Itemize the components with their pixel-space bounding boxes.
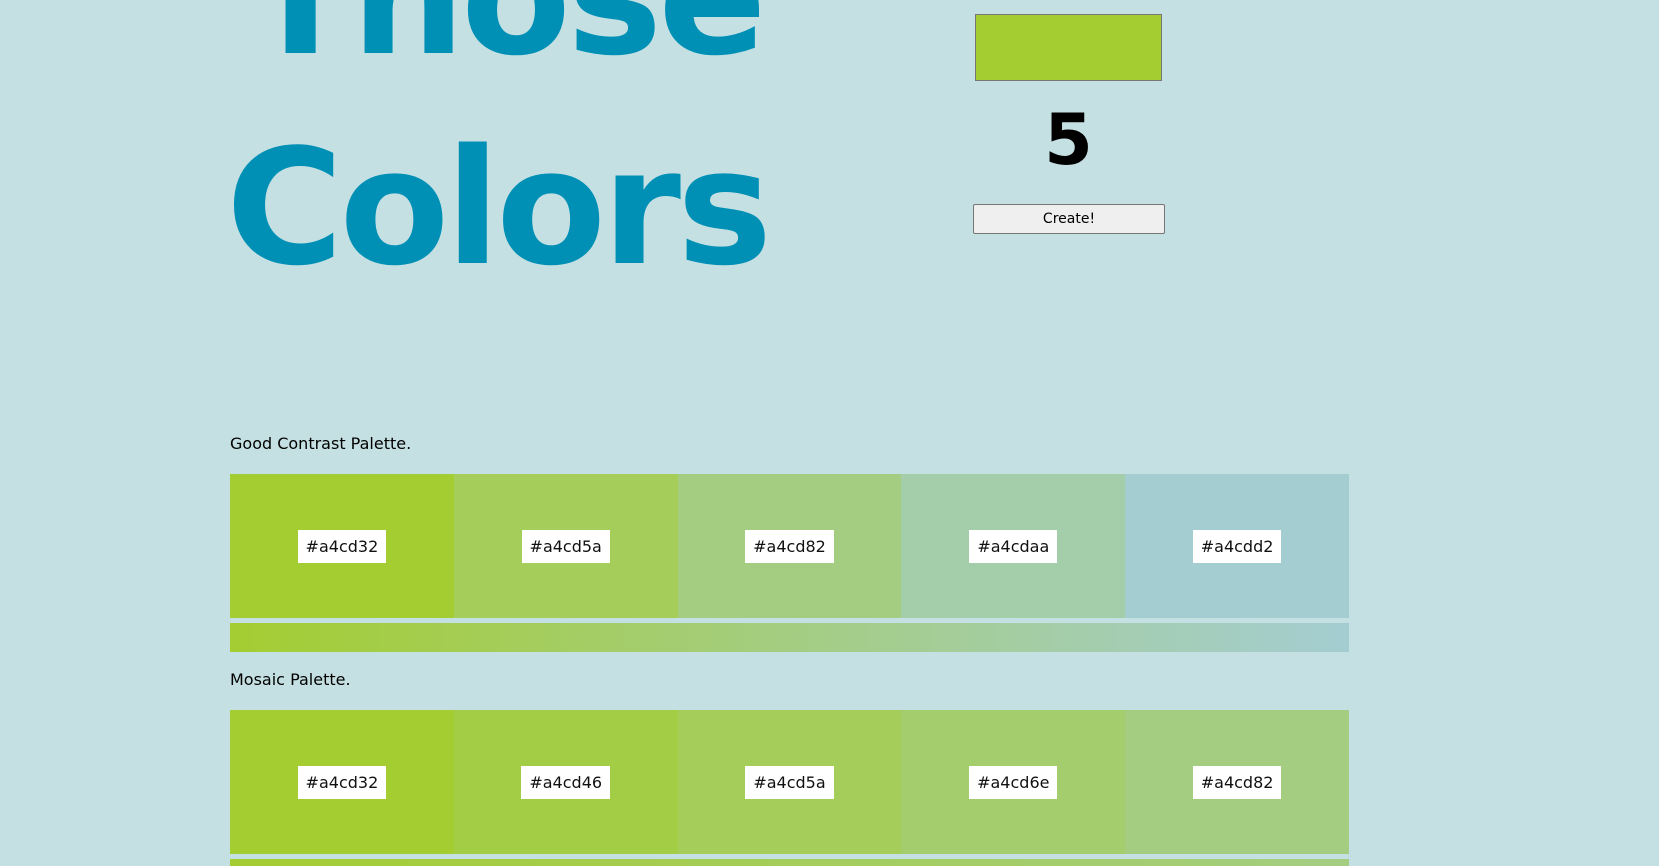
hex-label: #a4cd32: [297, 529, 387, 563]
page-title-line-2: Colors: [226, 114, 772, 301]
mosaic-palette: #a4cd32 #a4cd46 #a4cd5a #a4cd6e #a4cd82: [230, 710, 1349, 854]
palette-swatch[interactable]: #a4cd32: [230, 710, 454, 854]
page-title-line-1: Those: [246, 0, 767, 78]
palette-swatch[interactable]: #a4cd82: [1125, 710, 1349, 854]
hex-label: #a4cd6e: [969, 765, 1058, 799]
palette-swatch[interactable]: #a4cd6e: [901, 710, 1126, 854]
palette-swatch[interactable]: #a4cd32: [230, 474, 454, 618]
hex-label: #a4cdaa: [969, 529, 1058, 563]
palette-swatch[interactable]: #a4cdd2: [1125, 474, 1349, 618]
create-button[interactable]: Create!: [973, 204, 1165, 234]
mosaic-palette-label: Mosaic Palette.: [230, 670, 351, 689]
mosaic-gradient-bar: [230, 859, 1349, 866]
hex-label: #a4cd82: [745, 529, 834, 563]
hex-label: #a4cd5a: [521, 529, 610, 563]
palette-swatch[interactable]: #a4cd46: [453, 710, 678, 854]
good-contrast-palette: #a4cd32 #a4cd5a #a4cd82 #a4cdaa #a4cdd2: [230, 474, 1349, 618]
hex-label: #a4cd46: [521, 765, 611, 799]
good-contrast-gradient-bar: [230, 623, 1349, 652]
palette-swatch[interactable]: #a4cd5a: [453, 474, 678, 618]
hex-label: #a4cdd2: [1192, 529, 1282, 563]
color-picker-input[interactable]: [975, 14, 1162, 81]
color-count-value: 5: [1044, 99, 1093, 181]
palette-swatch[interactable]: #a4cd82: [677, 474, 902, 618]
hex-label: #a4cd5a: [745, 765, 834, 799]
palette-swatch[interactable]: #a4cd5a: [677, 710, 902, 854]
palette-swatch[interactable]: #a4cdaa: [901, 474, 1126, 618]
good-contrast-palette-label: Good Contrast Palette.: [230, 434, 412, 453]
hex-label: #a4cd32: [297, 765, 387, 799]
hex-label: #a4cd82: [1192, 765, 1282, 799]
